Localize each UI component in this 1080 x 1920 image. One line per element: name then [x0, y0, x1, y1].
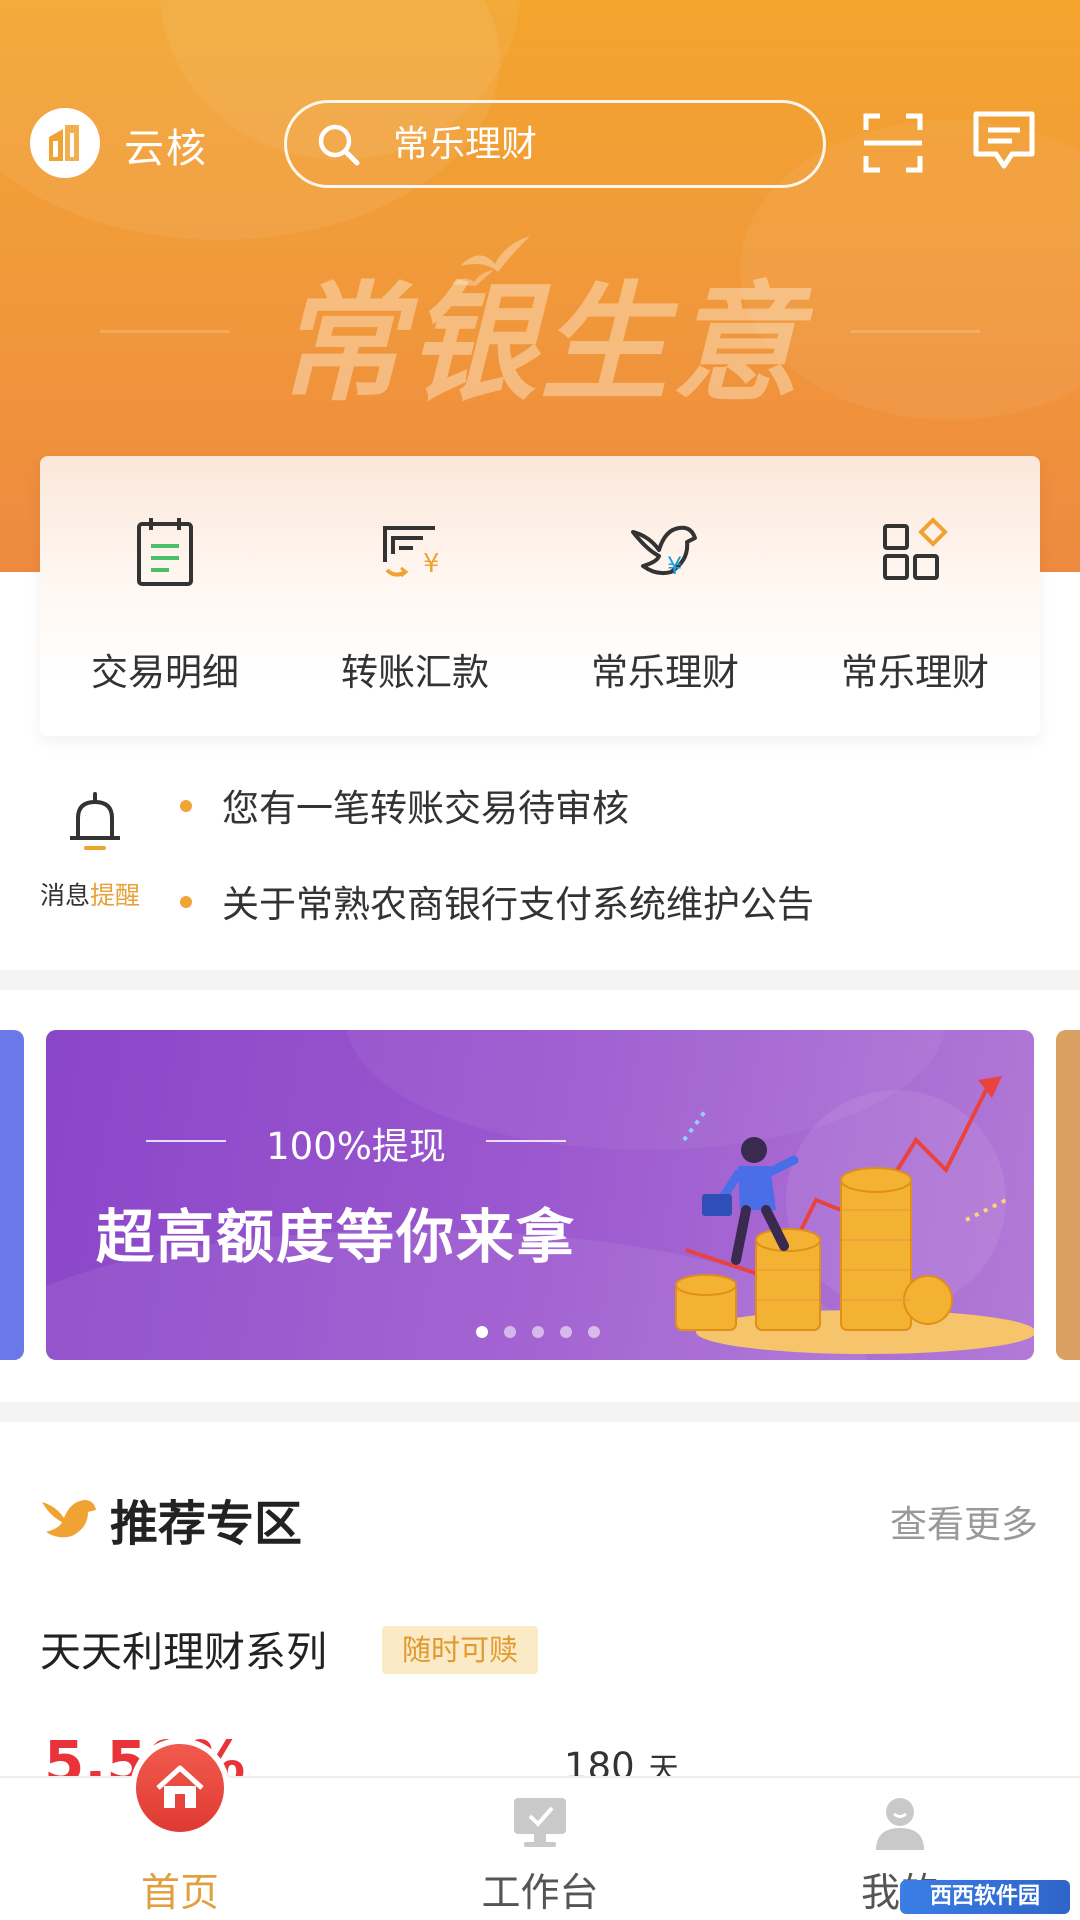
quick-item-label: 转账汇款 — [341, 651, 489, 694]
carousel-dot[interactable] — [504, 1326, 516, 1338]
bell-icon[interactable] — [66, 790, 124, 854]
nav-workbench[interactable]: 工作台 — [360, 1778, 720, 1920]
section-divider — [0, 970, 1080, 990]
slogan-banner: 常银生意 — [0, 220, 1080, 419]
quick-item-wealth-2[interactable]: 常乐理财 — [790, 456, 1040, 736]
section-divider — [0, 1402, 1080, 1422]
brand-name: 云核 — [124, 126, 208, 172]
quick-menu: 交易明细 ¥ 转账汇款 ¥ 常乐理财 常乐理财 — [40, 456, 1040, 736]
coins-growth-illustration — [675, 1076, 1034, 1354]
product-name[interactable]: 天天利理财系列 — [40, 1618, 327, 1678]
search-input[interactable] — [393, 103, 793, 185]
carousel-dot[interactable] — [560, 1326, 572, 1338]
notepad-icon — [137, 518, 193, 586]
user-icon — [876, 1798, 924, 1850]
section-title: 推荐专区 — [110, 1496, 303, 1552]
message-icon[interactable] — [970, 110, 1038, 174]
search-icon — [318, 124, 360, 166]
quick-item-label: 常乐理财 — [591, 651, 739, 694]
notice-label-part1: 消息 — [40, 881, 91, 910]
notice-label: 消息提醒 — [40, 876, 140, 912]
bullet-dot-icon — [180, 896, 192, 908]
quick-item-wealth-1[interactable]: ¥ 常乐理财 — [540, 456, 790, 736]
notice-text: 关于常熟农商银行支付系统维护公告 — [222, 883, 814, 926]
recommend-header: 推荐专区 查看更多 — [0, 1480, 1080, 1560]
svg-text:¥: ¥ — [667, 552, 682, 580]
home-icon — [156, 1765, 204, 1808]
notice-text: 您有一笔转账交易待审核 — [222, 787, 629, 830]
top-bar: 云核 — [0, 96, 1080, 192]
product-tag: 随时可赎 — [382, 1626, 539, 1674]
building-icon — [49, 125, 79, 161]
transfer-yuan-icon: ¥ — [383, 526, 440, 579]
quick-item-transaction-details[interactable]: 交易明细 — [40, 456, 290, 736]
swallow-yuan-icon: ¥ — [631, 525, 697, 580]
nav-label: 工作台 — [481, 1871, 599, 1916]
scan-icon[interactable] — [862, 112, 924, 174]
quick-item-transfer[interactable]: ¥ 转账汇款 — [290, 456, 540, 736]
banner-next-slide[interactable] — [1056, 1030, 1080, 1360]
quick-item-label: 常乐理财 — [841, 651, 989, 694]
swallow-icon — [42, 1500, 96, 1538]
search-bar[interactable] — [284, 100, 826, 188]
nav-label: 首页 — [140, 1871, 219, 1916]
quick-item-label: 交易明细 — [91, 651, 239, 694]
brand-logo[interactable] — [30, 108, 100, 178]
slogan-text: 常银生意 — [275, 269, 804, 419]
notice-section: 消息提醒 您有一笔转账交易待审核 关于常熟农商银行支付系统维护公告 — [0, 758, 1080, 968]
notice-label-part2: 提醒 — [90, 881, 141, 910]
nav-home[interactable]: 首页 — [0, 1744, 360, 1920]
banner-title: 超高额度等你来拿 — [96, 1203, 577, 1271]
bullet-dot-icon — [180, 800, 192, 812]
banner-prev-slide[interactable] — [0, 1030, 24, 1360]
banner-subtitle: 100%提现 — [146, 1116, 566, 1170]
home-bubble — [136, 1744, 224, 1832]
carousel-dot[interactable] — [588, 1326, 600, 1338]
view-more-link[interactable]: 查看更多 — [890, 1494, 1038, 1548]
carousel-dot[interactable] — [532, 1326, 544, 1338]
carousel-dot[interactable] — [476, 1326, 488, 1338]
carousel-indicator — [476, 1326, 606, 1342]
svg-text:¥: ¥ — [423, 549, 440, 579]
grid-apps-icon — [883, 517, 948, 580]
promo-banner[interactable]: 100%提现 超高额度等你来拿 — [46, 1030, 1034, 1360]
watermark-logo: 西西软件园 — [900, 1880, 1070, 1914]
monitor-icon — [514, 1798, 566, 1847]
home-screen: 云核 常银生意 — [0, 0, 1080, 1920]
